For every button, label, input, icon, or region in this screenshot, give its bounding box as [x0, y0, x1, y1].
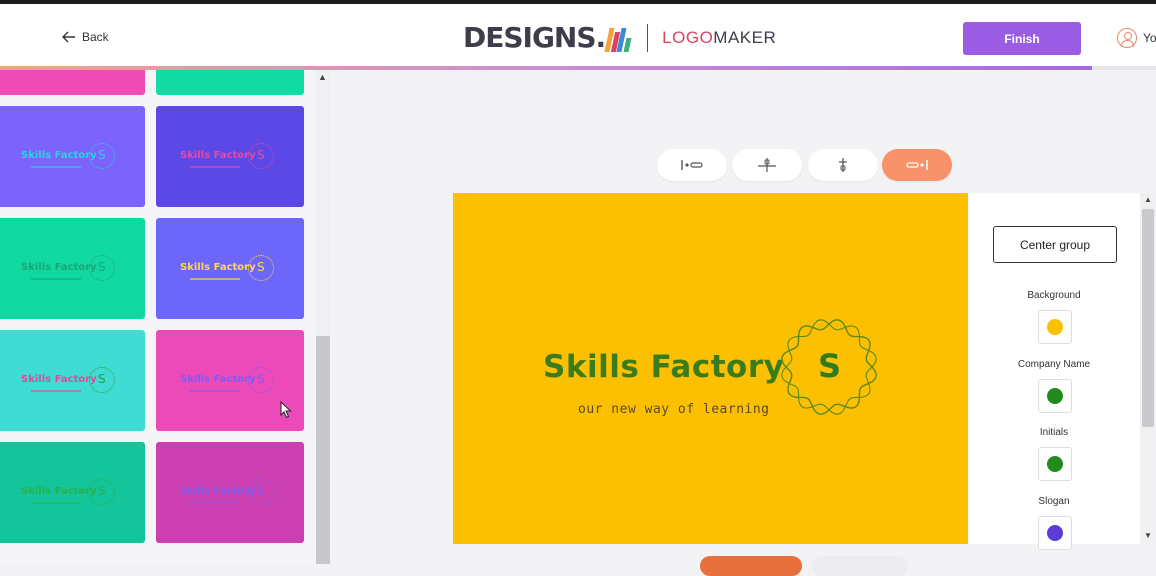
template-tile[interactable]: Skills Factory S	[156, 218, 304, 319]
brand-ai-mark	[604, 24, 632, 52]
background-swatch[interactable]	[1038, 310, 1072, 344]
template-logo: Skills Factory S	[0, 254, 145, 284]
template-initials: S	[98, 260, 106, 274]
arrow-left-icon	[62, 31, 75, 43]
template-company-name: Skills Factory	[21, 374, 97, 385]
template-logo: Skills Factory S	[156, 366, 304, 396]
mouse-cursor-icon	[280, 401, 292, 419]
template-logo: Skills Factory S	[156, 142, 304, 172]
panel-scroll-thumb[interactable]	[1142, 209, 1154, 427]
style-panel: Center group Background Company Name Ini…	[968, 193, 1140, 550]
align-center-vertical-button[interactable]	[732, 149, 802, 181]
template-initials: S	[257, 260, 265, 274]
align-center-horizontal-button[interactable]	[808, 149, 878, 181]
canvas-initials[interactable]: S	[818, 347, 841, 385]
template-initials: S	[98, 372, 106, 386]
finish-button[interactable]: Finish	[963, 22, 1081, 55]
align-right-icon	[906, 160, 928, 170]
template-logo: Skills Factory S	[156, 478, 304, 508]
chevron-down-icon[interactable]: ▼	[1144, 531, 1152, 540]
align-right-button[interactable]	[882, 149, 952, 181]
bottom-secondary-button[interactable]	[812, 556, 908, 576]
template-slogan-line	[190, 166, 240, 168]
chevron-up-icon[interactable]: ▲	[1144, 195, 1152, 204]
template-gallery: Skills Factory S Skills Factory S Skills Fac…	[0, 70, 316, 564]
initials-label: Initials	[1039, 427, 1069, 438]
template-tile[interactable]: Skills Factory S	[0, 330, 145, 431]
canvas-company-name[interactable]: Skills Factory	[543, 349, 784, 385]
template-tile[interactable]: Skills Factory S	[0, 442, 145, 543]
template-initials: S	[257, 148, 265, 162]
template-company-name: Skills Factory	[180, 150, 256, 161]
gallery-scrollbar[interactable]: ▲	[316, 70, 330, 564]
header: Back DESIGNS. LOGOMAKER Finish Yo	[0, 4, 1156, 66]
template-initials: S	[98, 148, 106, 162]
background-label: Background	[1027, 290, 1081, 301]
template-logo: Skills Factory S	[0, 142, 145, 172]
template-tile[interactable]	[156, 70, 304, 95]
panel-scrollbar[interactable]: ▲ ▼	[1140, 193, 1156, 544]
template-company-name: Skills Factory	[180, 374, 256, 385]
template-slogan-line	[31, 502, 81, 504]
align-center-horizontal-icon	[839, 158, 847, 172]
slogan-swatch[interactable]	[1038, 516, 1072, 550]
company-name-label: Company Name	[1017, 359, 1091, 370]
company-name-swatch[interactable]	[1038, 379, 1072, 413]
brand-name: DESIGNS.	[463, 21, 606, 54]
template-company-name: Skills Factory	[21, 486, 97, 497]
back-label: Back	[82, 30, 109, 44]
template-tile[interactable]: Skills Factory S	[0, 218, 145, 319]
align-left-button[interactable]	[657, 149, 727, 181]
product-name: LOGOMAKER	[662, 27, 777, 47]
template-slogan-line	[31, 390, 81, 392]
logo-canvas[interactable]: Skills Factory S our new way of learning	[453, 193, 968, 544]
back-button[interactable]: Back	[62, 30, 109, 44]
align-left-icon	[681, 160, 703, 170]
template-company-name: Skills Factory	[21, 150, 97, 161]
template-slogan-line	[190, 502, 240, 504]
template-logo: Skills Factory S	[0, 478, 145, 508]
initials-swatch[interactable]	[1038, 447, 1072, 481]
canvas-slogan[interactable]: our new way of learning	[578, 402, 770, 417]
company-name-color-dot	[1047, 388, 1063, 404]
bottom-primary-button[interactable]	[700, 556, 802, 576]
chevron-up-icon[interactable]: ▲	[318, 72, 327, 82]
slogan-label: Slogan	[1038, 496, 1070, 507]
template-logo: Skills Factory S	[156, 254, 304, 284]
center-group-button[interactable]: Center group	[993, 226, 1117, 263]
template-initials: S	[98, 484, 106, 498]
template-tile[interactable]: Skills Factory S	[0, 106, 145, 207]
template-tile[interactable]	[0, 70, 145, 95]
template-slogan-line	[31, 278, 81, 280]
template-company-name: Skills Factory	[180, 262, 256, 273]
align-center-vertical-icon	[758, 158, 776, 172]
user-label: Yo	[1143, 31, 1156, 45]
user-icon	[1117, 28, 1137, 48]
template-logo: Skills Factory S	[0, 366, 145, 396]
brand-separator	[647, 23, 649, 52]
brand-logo: DESIGNS. LOGOMAKER	[463, 21, 776, 54]
template-tile[interactable]: Skills Factory S	[156, 106, 304, 207]
user-menu[interactable]: Yo	[1117, 28, 1156, 48]
template-company-name: Skills Factory	[180, 486, 256, 497]
template-slogan-line	[190, 390, 240, 392]
initials-color-dot	[1047, 456, 1063, 472]
template-slogan-line	[190, 278, 240, 280]
template-initials: S	[257, 372, 265, 386]
gallery-scroll-thumb[interactable]	[316, 336, 330, 564]
background-color-dot	[1047, 319, 1063, 335]
slogan-color-dot	[1047, 525, 1063, 541]
template-tile[interactable]: Skills Factory S	[156, 442, 304, 543]
template-slogan-line	[31, 166, 81, 168]
template-initials: S	[257, 484, 265, 498]
template-company-name: Skills Factory	[21, 262, 97, 273]
